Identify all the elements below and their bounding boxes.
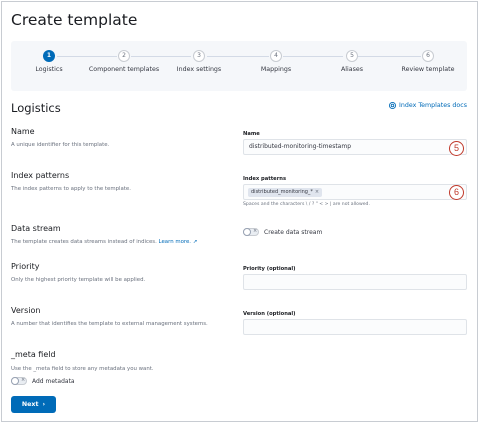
step-label: Review template [401,66,455,73]
version-input[interactable] [243,319,467,335]
close-icon[interactable]: × [315,188,319,197]
step-marker-5: 5 [449,141,464,156]
step-aliases[interactable]: 5 Aliases [312,50,392,74]
step-index-settings[interactable]: 3 Index settings [159,50,239,74]
meta-switch[interactable]: × [11,377,27,385]
version-description: A number that identifies the template to… [11,321,208,327]
index-patterns-help: Spaces and the characters \ / ? " < > | … [243,202,370,207]
step-label: Aliases [340,66,364,73]
step-number: 4 [270,50,282,62]
data-stream-description-text: The template creates data streams instea… [11,239,157,245]
step-logistics[interactable]: 1 Logistics [9,50,89,74]
data-stream-title: Data stream [11,224,61,233]
section-title: Logistics [11,101,61,115]
meta-switch-label: Add metadata [32,378,75,385]
name-input[interactable]: distributed-monitoring-timestamp [243,139,467,155]
step-number: 5 [346,50,358,62]
step-label: Index settings [176,66,222,73]
data-stream-description: The template creates data streams instea… [11,239,197,245]
close-icon: × [21,377,26,383]
priority-input[interactable] [243,274,467,290]
index-pattern-pill[interactable]: distributed_monitoring_* × [248,188,323,197]
meta-field-description: Use the _meta field to store any metadat… [11,366,154,372]
switch-knob [243,228,251,236]
step-component-templates[interactable]: 2 Component templates [84,50,164,74]
index-patterns-combobox[interactable]: distributed_monitoring_* × [243,184,467,200]
name-title: Name [11,127,35,136]
priority-field-label: Priority (optional) [243,266,296,272]
step-mappings[interactable]: 4 Mappings [236,50,316,74]
step-number: 2 [118,50,130,62]
priority-title: Priority [11,262,40,271]
data-stream-switch-label: Create data stream [264,229,323,236]
version-title: Version [11,306,41,315]
step-review-template[interactable]: 6 Review template [388,50,468,74]
help-circle-icon [389,102,397,109]
switch-knob [11,377,19,385]
step-marker-6: 6 [449,185,464,200]
pill-label: distributed_monitoring_* [251,189,313,195]
name-description: A unique identifier for this template. [11,142,110,148]
next-button-label: Next [21,401,39,408]
steps-panel: 1 Logistics 2 Component templates 3 Inde… [11,41,467,91]
learn-more-link[interactable]: Learn more. [159,239,191,245]
index-patterns-title: Index patterns [11,171,70,180]
index-patterns-field-label: Index patterns [243,176,287,182]
name-input-value: distributed-monitoring-timestamp [249,143,351,150]
step-label: Logistics [35,66,63,73]
external-link-icon: ↗ [192,239,198,245]
version-field-label: Version (optional) [243,311,296,317]
chevron-right-icon: › [42,401,46,408]
priority-description: Only the highest priority template will … [11,277,146,283]
index-patterns-description: The index patterns to apply to the templ… [11,186,131,192]
next-button[interactable]: Next › [11,396,56,413]
docs-link-label: Index Templates docs [399,102,467,109]
data-stream-switch[interactable]: × [243,228,259,236]
step-label: Component templates [88,66,160,73]
meta-field-title: _meta field [11,350,56,359]
name-field-label: Name [243,131,260,137]
step-number: 3 [193,50,205,62]
page-title: Create template [11,11,138,29]
close-icon: × [253,228,258,234]
step-number: 6 [422,50,434,62]
step-label: Mappings [260,66,292,73]
step-number: 1 [43,50,55,62]
docs-link[interactable]: Index Templates docs [389,102,467,109]
